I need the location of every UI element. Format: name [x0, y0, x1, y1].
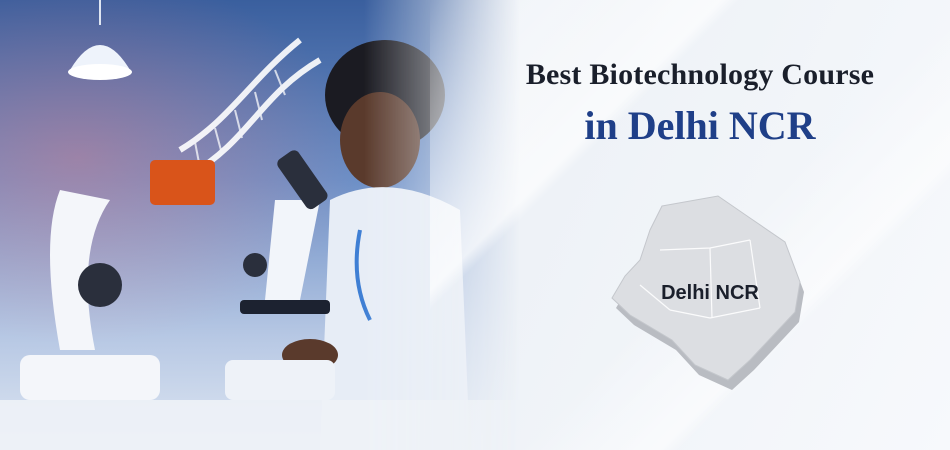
promo-banner: Best Biotechnology Course in Delhi NCR D… — [0, 0, 950, 450]
map-label: Delhi NCR — [661, 282, 759, 304]
microscope-icon — [20, 160, 215, 400]
microscope-icon — [225, 150, 335, 400]
headline: Best Biotechnology Course in Delhi NCR — [470, 58, 930, 149]
delhi-ncr-map: Delhi NCR — [600, 190, 820, 390]
lab-bench — [0, 400, 520, 450]
lab-scene-illustration — [0, 0, 520, 450]
pendant-lamp-icon — [68, 0, 132, 80]
headline-line-2: in Delhi NCR — [584, 103, 816, 148]
lab-photo — [0, 0, 520, 450]
headline-line-1: Best Biotechnology Course — [525, 58, 875, 91]
